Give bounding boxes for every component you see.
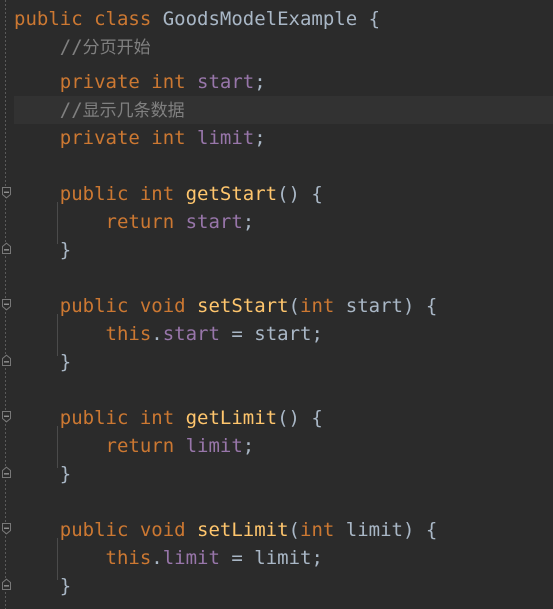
code-token: return <box>14 211 186 233</box>
fold-end-icon[interactable] <box>0 354 13 367</box>
code-token: . <box>151 323 163 345</box>
code-token: limit <box>185 435 243 457</box>
code-line[interactable]: } <box>14 348 71 376</box>
code-token: // <box>14 99 83 121</box>
code-token: public void <box>14 295 198 317</box>
code-line[interactable]: return limit; <box>14 432 255 460</box>
code-token: start <box>185 211 243 233</box>
code-token: ; <box>254 127 266 149</box>
code-line[interactable]: return start; <box>14 208 255 236</box>
fold-end-icon[interactable] <box>0 578 13 591</box>
code-token: public int <box>14 183 186 205</box>
code-token: getLimit <box>185 407 278 429</box>
code-line[interactable]: private int start; <box>14 68 266 96</box>
code-token: } <box>14 463 72 485</box>
code-token: 分页开始 <box>82 38 151 58</box>
code-token: } <box>14 239 72 261</box>
code-token: ; <box>242 435 255 457</box>
code-token: ; <box>242 211 255 233</box>
code-line[interactable]: } <box>14 236 71 264</box>
code-token: start <box>197 71 255 93</box>
code-token: this <box>14 323 152 345</box>
code-token: private int <box>14 71 198 93</box>
fold-end-icon[interactable] <box>0 242 13 255</box>
code-token: limit <box>162 547 220 569</box>
code-token: ( <box>288 295 300 317</box>
code-token: ) { <box>402 295 438 317</box>
code-token: public int <box>14 407 186 429</box>
code-line[interactable]: //显示几条数据 <box>14 96 185 124</box>
code-token: start <box>345 295 403 317</box>
code-text-area[interactable]: public class GoodsModelExample { //分页开始 … <box>0 0 553 609</box>
code-line[interactable]: private int limit; <box>14 124 266 152</box>
code-token: public void <box>14 519 198 541</box>
code-token: = <box>219 547 255 569</box>
code-line[interactable]: //分页开始 <box>14 33 151 61</box>
code-token: getStart <box>185 183 278 205</box>
code-token: limit <box>345 519 403 541</box>
code-token: } <box>14 351 72 373</box>
code-token: limit <box>254 547 312 569</box>
code-line[interactable]: } <box>14 572 71 600</box>
code-line[interactable]: this.start = start; <box>14 320 323 348</box>
code-token: return <box>14 435 186 457</box>
editor-gutter[interactable] <box>0 0 14 609</box>
code-line[interactable]: public int getStart() { <box>14 180 323 208</box>
code-token: ) { <box>402 519 438 541</box>
code-token: // <box>14 36 83 58</box>
code-token: ; <box>311 323 323 345</box>
code-line[interactable]: public void setStart(int start) { <box>14 292 438 320</box>
code-token: public class <box>14 8 163 30</box>
code-token: () { <box>277 183 323 205</box>
code-token: start <box>162 323 220 345</box>
code-token: setStart <box>197 295 289 317</box>
fold-collapse-icon[interactable] <box>0 298 13 311</box>
code-token: () { <box>277 407 323 429</box>
fold-collapse-icon[interactable] <box>0 186 13 199</box>
code-line[interactable]: } <box>14 460 71 488</box>
code-token: setLimit <box>197 519 289 541</box>
code-token: this <box>14 547 152 569</box>
code-line[interactable]: public int getLimit() { <box>14 404 323 432</box>
fold-end-icon[interactable] <box>0 466 13 479</box>
code-token: . <box>151 547 163 569</box>
code-token: } <box>14 575 72 597</box>
code-token: int <box>300 295 346 317</box>
code-line[interactable]: this.limit = limit; <box>14 544 323 572</box>
code-token: private int <box>14 127 198 149</box>
code-token: start <box>254 323 312 345</box>
code-token: int <box>300 519 346 541</box>
code-token: 显示几条数据 <box>82 101 185 121</box>
code-line[interactable]: public class GoodsModelExample { <box>14 5 380 33</box>
code-token: limit <box>197 127 255 149</box>
code-editor[interactable]: public class GoodsModelExample { //分页开始 … <box>0 0 553 609</box>
code-line[interactable]: public void setLimit(int limit) { <box>14 516 438 544</box>
fold-collapse-icon[interactable] <box>0 410 13 423</box>
code-token: ( <box>288 519 300 541</box>
code-token: ; <box>311 547 323 569</box>
code-token: ; <box>254 71 266 93</box>
code-token: = <box>219 323 255 345</box>
code-token: { <box>357 8 381 30</box>
code-token: GoodsModelExample <box>162 8 358 30</box>
fold-collapse-icon[interactable] <box>0 522 13 535</box>
